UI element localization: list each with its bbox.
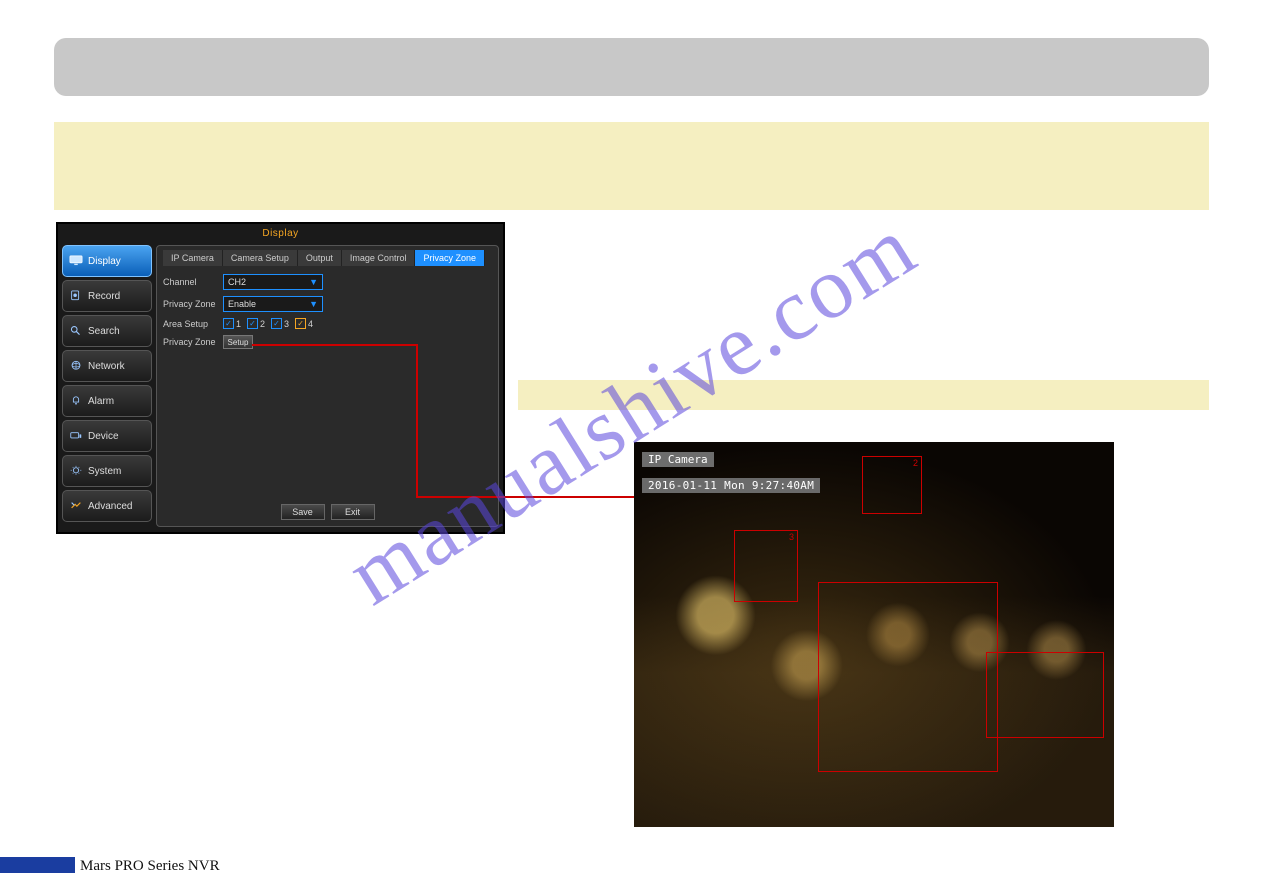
search-icon: [69, 325, 83, 337]
system-icon: [69, 465, 83, 477]
tab-camera-setup[interactable]: Camera Setup: [223, 250, 298, 266]
sidebar-item-alarm[interactable]: Alarm: [62, 385, 152, 417]
dropdown-arrow-icon: ▼: [309, 299, 318, 309]
tab-ip-camera[interactable]: IP Camera: [163, 250, 223, 266]
tab-output[interactable]: Output: [298, 250, 342, 266]
sidebar-item-label: Search: [88, 326, 120, 337]
record-icon: [69, 290, 83, 302]
tab-image-control[interactable]: Image Control: [342, 250, 416, 266]
sidebar-item-label: Device: [88, 431, 119, 442]
privacy-zone-value: Enable: [228, 299, 256, 309]
camera-timestamp: 2016-01-11 Mon 9:27:40AM: [642, 478, 820, 493]
header-grey-bar: [54, 38, 1209, 96]
camera-overlay-label: IP Camera: [642, 452, 714, 467]
sidebar-item-record[interactable]: Record: [62, 280, 152, 312]
footer-accent-bar: [0, 857, 75, 873]
channel-label: Channel: [163, 277, 223, 287]
privacy-zone-rect[interactable]: [986, 652, 1104, 738]
sidebar-item-network[interactable]: Network: [62, 350, 152, 382]
sidebar-item-advanced[interactable]: Advanced: [62, 490, 152, 522]
channel-dropdown[interactable]: CH2 ▼: [223, 274, 323, 290]
nvr-sidebar: Display Record Search Network: [62, 245, 152, 527]
tab-bar: IP Camera Camera Setup Output Image Cont…: [163, 250, 492, 266]
footer-product-name: Mars PRO Series NVR: [80, 858, 220, 875]
privacy-zone-label: Privacy Zone: [163, 299, 223, 309]
window-title: Display: [58, 224, 503, 245]
sidebar-item-label: System: [88, 466, 121, 477]
area-check-2[interactable]: ✓2: [247, 318, 265, 329]
privacy-zone-dropdown[interactable]: Enable ▼: [223, 296, 323, 312]
device-icon: [69, 430, 83, 442]
tab-privacy-zone[interactable]: Privacy Zone: [415, 250, 485, 266]
sidebar-item-system[interactable]: System: [62, 455, 152, 487]
sidebar-item-label: Display: [88, 256, 121, 267]
nvr-settings-window: Display Display Record Search: [56, 222, 505, 534]
advanced-icon: [69, 500, 83, 512]
sidebar-item-label: Network: [88, 361, 125, 372]
sidebar-item-display[interactable]: Display: [62, 245, 152, 277]
privacy-zone-rect[interactable]: [818, 582, 998, 772]
privacy-zone-setup-label: Privacy Zone: [163, 337, 223, 347]
privacy-zone-rect-3[interactable]: 3: [734, 530, 798, 602]
exit-button[interactable]: Exit: [331, 504, 375, 520]
save-button[interactable]: Save: [281, 504, 325, 520]
callout-line: [416, 344, 418, 497]
area-check-4[interactable]: ✓4: [295, 318, 313, 329]
sidebar-item-label: Advanced: [88, 501, 132, 512]
area-check-1[interactable]: ✓1: [223, 318, 241, 329]
setup-button[interactable]: Setup: [223, 335, 253, 349]
channel-value: CH2: [228, 277, 246, 287]
area-check-3[interactable]: ✓3: [271, 318, 289, 329]
privacy-zone-rect-2[interactable]: 2: [862, 456, 922, 514]
callout-line: [252, 344, 417, 346]
nvr-main-panel: IP Camera Camera Setup Output Image Cont…: [156, 245, 499, 527]
network-icon: [69, 360, 83, 372]
alarm-icon: [69, 395, 83, 407]
monitor-icon: [69, 255, 83, 267]
dropdown-arrow-icon: ▼: [309, 277, 318, 287]
camera-preview: IP Camera 2016-01-11 Mon 9:27:40AM 2 3: [634, 442, 1114, 827]
area-setup-label: Area Setup: [163, 319, 223, 329]
sidebar-item-search[interactable]: Search: [62, 315, 152, 347]
highlight-bar-1: [54, 122, 1209, 210]
sidebar-item-label: Alarm: [88, 396, 114, 407]
sidebar-item-device[interactable]: Device: [62, 420, 152, 452]
sidebar-item-label: Record: [88, 291, 120, 302]
highlight-bar-2: [518, 380, 1209, 410]
